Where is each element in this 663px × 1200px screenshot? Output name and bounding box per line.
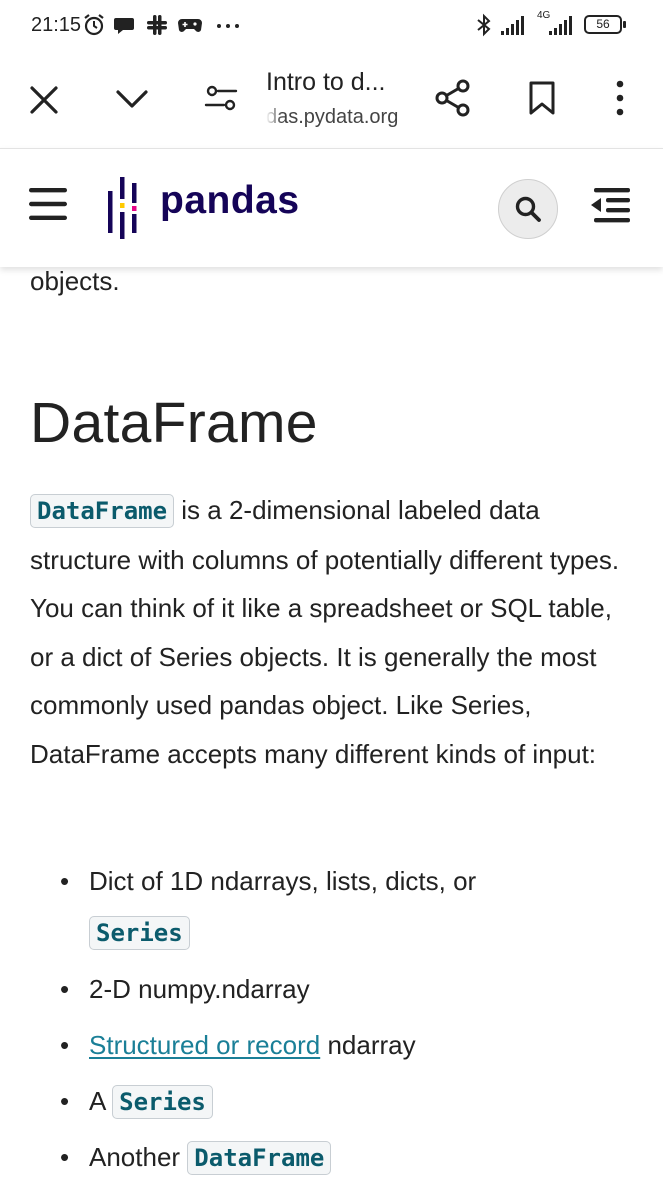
status-bar: 21:15 4G 56 [0, 0, 663, 50]
bookmark-icon[interactable] [527, 80, 557, 116]
list-item-text: Another [89, 1142, 188, 1172]
share-icon[interactable] [434, 78, 472, 118]
series-code-link[interactable]: Series [112, 1085, 213, 1119]
site-header: pandas [0, 148, 663, 267]
search-icon [515, 196, 541, 222]
slack-icon [147, 15, 167, 35]
list-item-text: Dict of 1D ndarrays, lists, dicts, or [89, 866, 477, 896]
page-content: objects. DataFrame DataFrame is a 2-dime… [0, 266, 663, 1200]
dataframe-code-link[interactable]: DataFrame [187, 1141, 332, 1175]
dataframe-description: DataFrame is a 2-dimensional labeled dat… [30, 486, 640, 779]
structured-record-link[interactable]: Structured or record [89, 1030, 320, 1060]
description-text: is a 2-dimensional labeled data structur… [30, 495, 620, 769]
pandas-logo-text[interactable]: pandas [160, 179, 300, 223]
more-notifications-icon [217, 24, 239, 28]
list-item-text: A [89, 1086, 113, 1116]
url-host: das.pydata.org [266, 106, 399, 128]
battery-level: 56 [596, 17, 610, 31]
chat-bubble-icon [114, 18, 134, 34]
page-title: Intro to d... [266, 68, 386, 96]
search-button[interactable] [498, 179, 558, 239]
pandas-logo-icon[interactable] [106, 177, 146, 239]
alarm-icon [84, 14, 104, 36]
menu-more-icon[interactable] [610, 78, 630, 118]
hamburger-menu-icon[interactable] [28, 186, 68, 222]
bluetooth-icon [477, 13, 491, 37]
dataframe-code-link[interactable]: DataFrame [30, 494, 175, 528]
signal-icon [501, 16, 524, 35]
previous-paragraph-tail: objects. [30, 266, 120, 296]
toc-icon[interactable] [590, 187, 632, 223]
status-time: 21:15 [31, 14, 82, 36]
list-item-text: 2-D numpy.ndarray [89, 974, 310, 1004]
battery-icon: 56 [584, 15, 626, 34]
close-icon[interactable] [26, 82, 62, 118]
series-code-link[interactable]: Series [89, 916, 190, 950]
address-bar[interactable]: Intro to d... das.pydata.org [266, 66, 426, 136]
list-item-text: ndarray [320, 1030, 416, 1060]
game-controller-icon [178, 19, 202, 32]
signal-4g-icon [549, 16, 572, 35]
site-settings-icon[interactable] [204, 83, 238, 113]
chevron-down-icon[interactable] [114, 84, 150, 114]
section-heading: DataFrame [30, 391, 318, 455]
